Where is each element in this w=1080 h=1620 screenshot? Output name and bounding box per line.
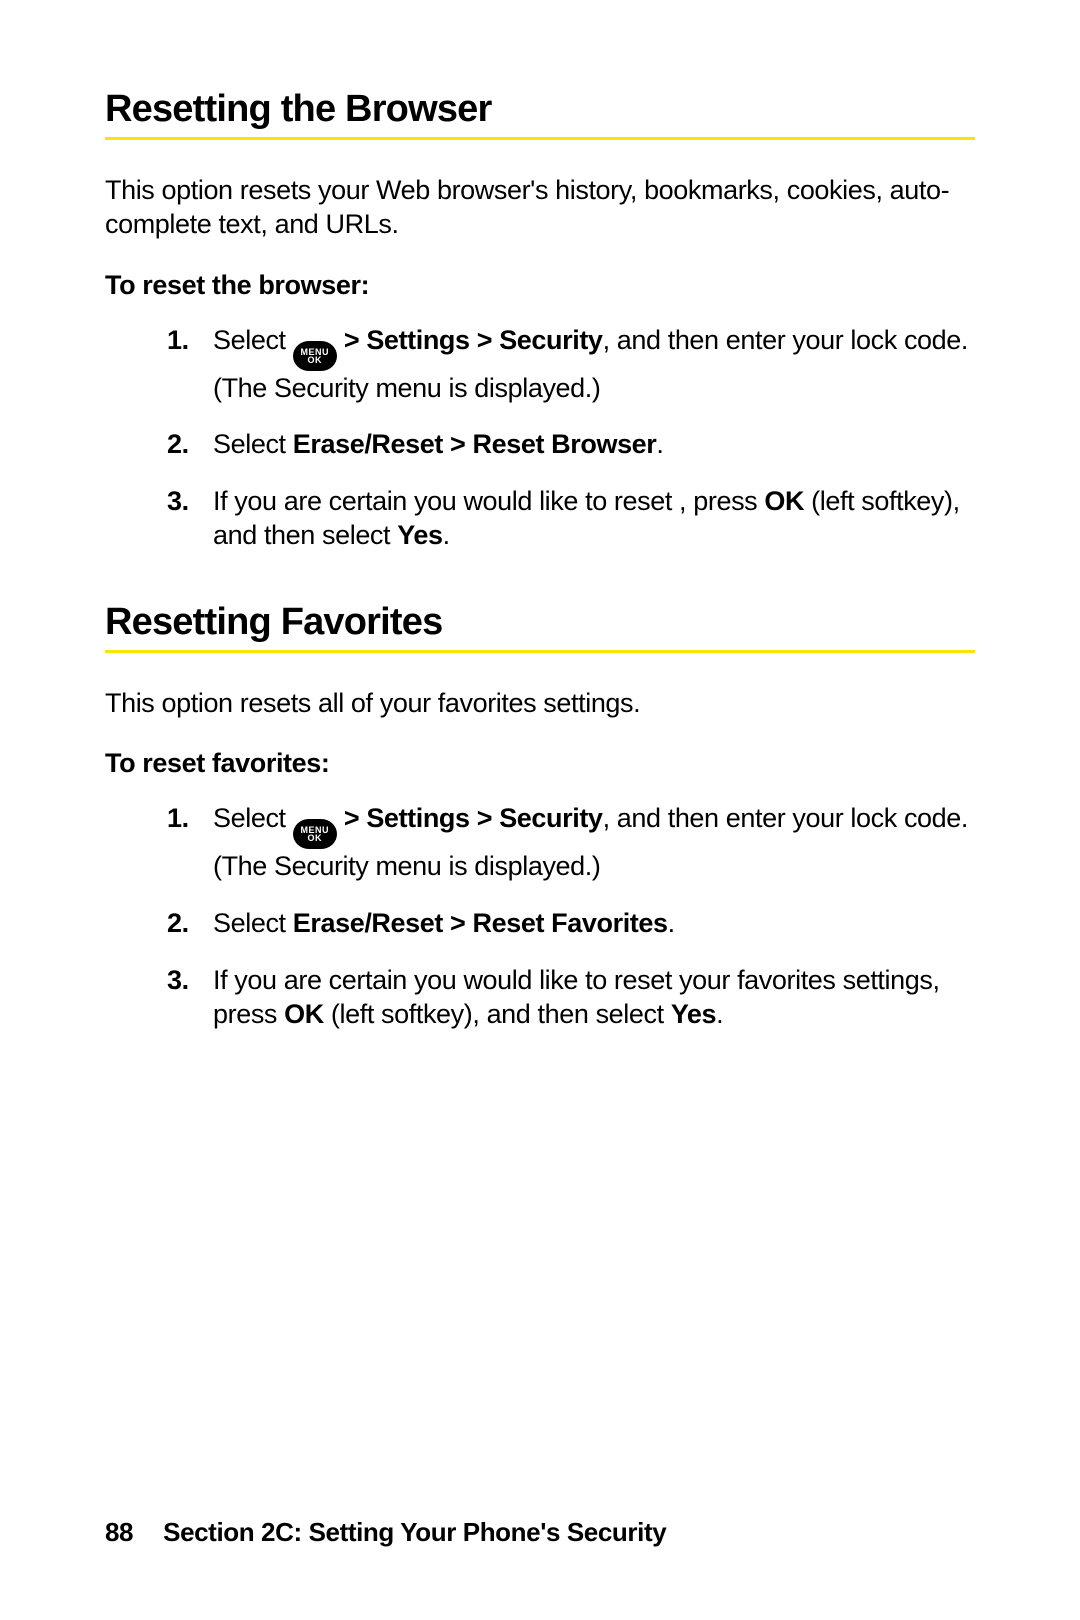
subhead-reset-favorites: To reset favorites:: [105, 748, 975, 779]
key-label: OK: [284, 999, 324, 1029]
section-title: Section 2C: Setting Your Phone's Securit…: [163, 1517, 666, 1547]
step-item: Select Erase/Reset > Reset Browser.: [105, 427, 975, 462]
intro-text: This option resets your Web browser's hi…: [105, 174, 975, 242]
step-item: Select MENUOK > Settings > Security, and…: [105, 801, 975, 884]
nav-path: > Settings > Security: [337, 803, 603, 833]
menu-path: Erase/Reset > Reset Favorites: [293, 908, 668, 938]
step-text: Select: [213, 429, 293, 459]
step-text: Select: [213, 803, 293, 833]
option-label: Yes: [397, 520, 442, 550]
: Yes: [671, 999, 716, 1029]
page-footer: 88 Section 2C: Setting Your Phone's Secur…: [105, 1517, 666, 1548]
heading-rule: [105, 650, 975, 653]
menu-path: Erase/Reset > Reset Browser: [293, 429, 657, 459]
nav-path: > Settings > Security: [337, 325, 603, 355]
key-label: OK: [764, 486, 804, 516]
step-item: If you are certain you would like to res…: [105, 963, 975, 1032]
step-item: If you are certain you would like to res…: [105, 484, 975, 553]
step-text: .: [443, 520, 450, 550]
steps-reset-browser: Select MENUOK > Settings > Security, and…: [105, 323, 975, 553]
step-text: Select: [213, 325, 293, 355]
heading-rule: [105, 137, 975, 140]
step-item: Select MENUOK > Settings > Security, and…: [105, 323, 975, 406]
heading-resetting-favorites: Resetting Favorites: [105, 601, 975, 644]
icon-text-ok: OK: [308, 834, 323, 843]
step-item: Select Erase/Reset > Reset Favorites.: [105, 906, 975, 941]
step-text: (left softkey), and then select: [324, 999, 671, 1029]
step-text: If you are certain you would like to res…: [213, 486, 764, 516]
step-text: .: [716, 999, 723, 1029]
menu-ok-icon: MENUOK: [293, 819, 337, 849]
steps-reset-favorites: Select MENUOK > Settings > Security, and…: [105, 801, 975, 1031]
step-text: .: [668, 908, 675, 938]
subhead-reset-browser: To reset the browser:: [105, 270, 975, 301]
manual-page: Resetting the Browser This option resets…: [0, 0, 1080, 1620]
step-text: Select: [213, 908, 293, 938]
menu-ok-icon: MENUOK: [293, 341, 337, 371]
page-number: 88: [105, 1517, 133, 1547]
icon-text-ok: OK: [308, 356, 323, 365]
intro-text: This option resets all of your favorites…: [105, 687, 975, 721]
heading-resetting-browser: Resetting the Browser: [105, 88, 975, 131]
step-text: .: [656, 429, 663, 459]
